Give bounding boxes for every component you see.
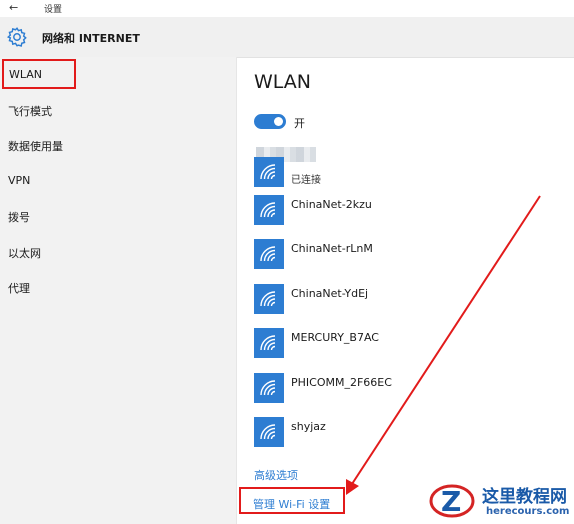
manage-wifi-settings-link[interactable]: 管理 Wi-Fi 设置	[253, 496, 330, 512]
sidebar-divider	[236, 57, 237, 524]
back-arrow-icon[interactable]: ←	[9, 0, 18, 15]
wifi-icon	[254, 239, 284, 269]
toggle-knob	[274, 117, 283, 126]
gear-icon	[6, 27, 27, 47]
wifi-icon	[254, 328, 284, 358]
page-title: 网络和 INTERNET	[42, 32, 140, 45]
network-status: 已连接	[291, 175, 321, 186]
sidebar-item-label: 数据使用量	[8, 140, 63, 153]
network-name: ChinaNet-2kzu	[291, 198, 372, 211]
network-item[interactable]: MERCURY_B7AC	[254, 328, 554, 358]
network-item[interactable]: ChinaNet-YdEj	[254, 284, 554, 314]
wifi-icon	[254, 157, 284, 187]
svg-text:Z: Z	[441, 485, 461, 518]
sidebar-item-ethernet[interactable]: 以太网	[8, 245, 41, 261]
network-name: ChinaNet-YdEj	[291, 287, 369, 300]
window-title: 设置	[44, 5, 63, 15]
network-name: shyjaz	[291, 420, 326, 433]
network-name: MERCURY_B7AC	[291, 331, 379, 344]
wifi-icon	[254, 417, 284, 447]
sidebar-item-label: 代理	[8, 282, 30, 295]
sidebar-item-proxy[interactable]: 代理	[8, 280, 30, 296]
network-item[interactable]: ChinaNet-2kzu	[254, 195, 554, 225]
watermark-brand: 这里教程网	[482, 487, 567, 507]
wifi-icon	[254, 195, 284, 225]
sidebar-item-label: 以太网	[8, 247, 41, 260]
network-item[interactable]: PHICOMM_2F66EC	[254, 373, 554, 403]
watermark-logo: Z	[429, 484, 475, 518]
network-item-connected[interactable]: 已连接	[254, 157, 554, 187]
sidebar-item-vpn[interactable]: VPN	[8, 174, 30, 187]
sidebar-item-airplane-mode[interactable]: 飞行模式	[8, 103, 52, 119]
toggle-state-label: 开	[294, 117, 305, 130]
network-item[interactable]: shyjaz	[254, 417, 554, 447]
wifi-icon	[254, 373, 284, 403]
sidebar-item-label: WLAN	[9, 68, 43, 81]
wifi-icon	[254, 284, 284, 314]
sidebar-item-label: 飞行模式	[8, 105, 52, 118]
sidebar-item-data-usage[interactable]: 数据使用量	[8, 138, 63, 154]
page-header: 网络和 INTERNET	[0, 17, 574, 58]
network-name: ChinaNet-rLnM	[291, 242, 373, 255]
watermark-url: herecours.com	[486, 506, 570, 517]
section-title: WLAN	[254, 71, 312, 93]
advanced-options-link[interactable]: 高级选项	[254, 467, 298, 483]
title-bar: ← 设置	[0, 0, 574, 17]
sidebar-item-wlan[interactable]: WLAN	[2, 59, 76, 89]
sidebar-item-dial-up[interactable]: 拨号	[8, 209, 30, 225]
wlan-toggle[interactable]	[254, 114, 286, 129]
network-item[interactable]: ChinaNet-rLnM	[254, 239, 554, 269]
sidebar-item-label: 拨号	[8, 211, 30, 224]
sidebar-item-label: VPN	[8, 174, 31, 187]
sidebar: WLAN 飞行模式 数据使用量 VPN 拨号 以太网 代理	[0, 57, 236, 524]
network-name: PHICOMM_2F66EC	[291, 376, 392, 389]
